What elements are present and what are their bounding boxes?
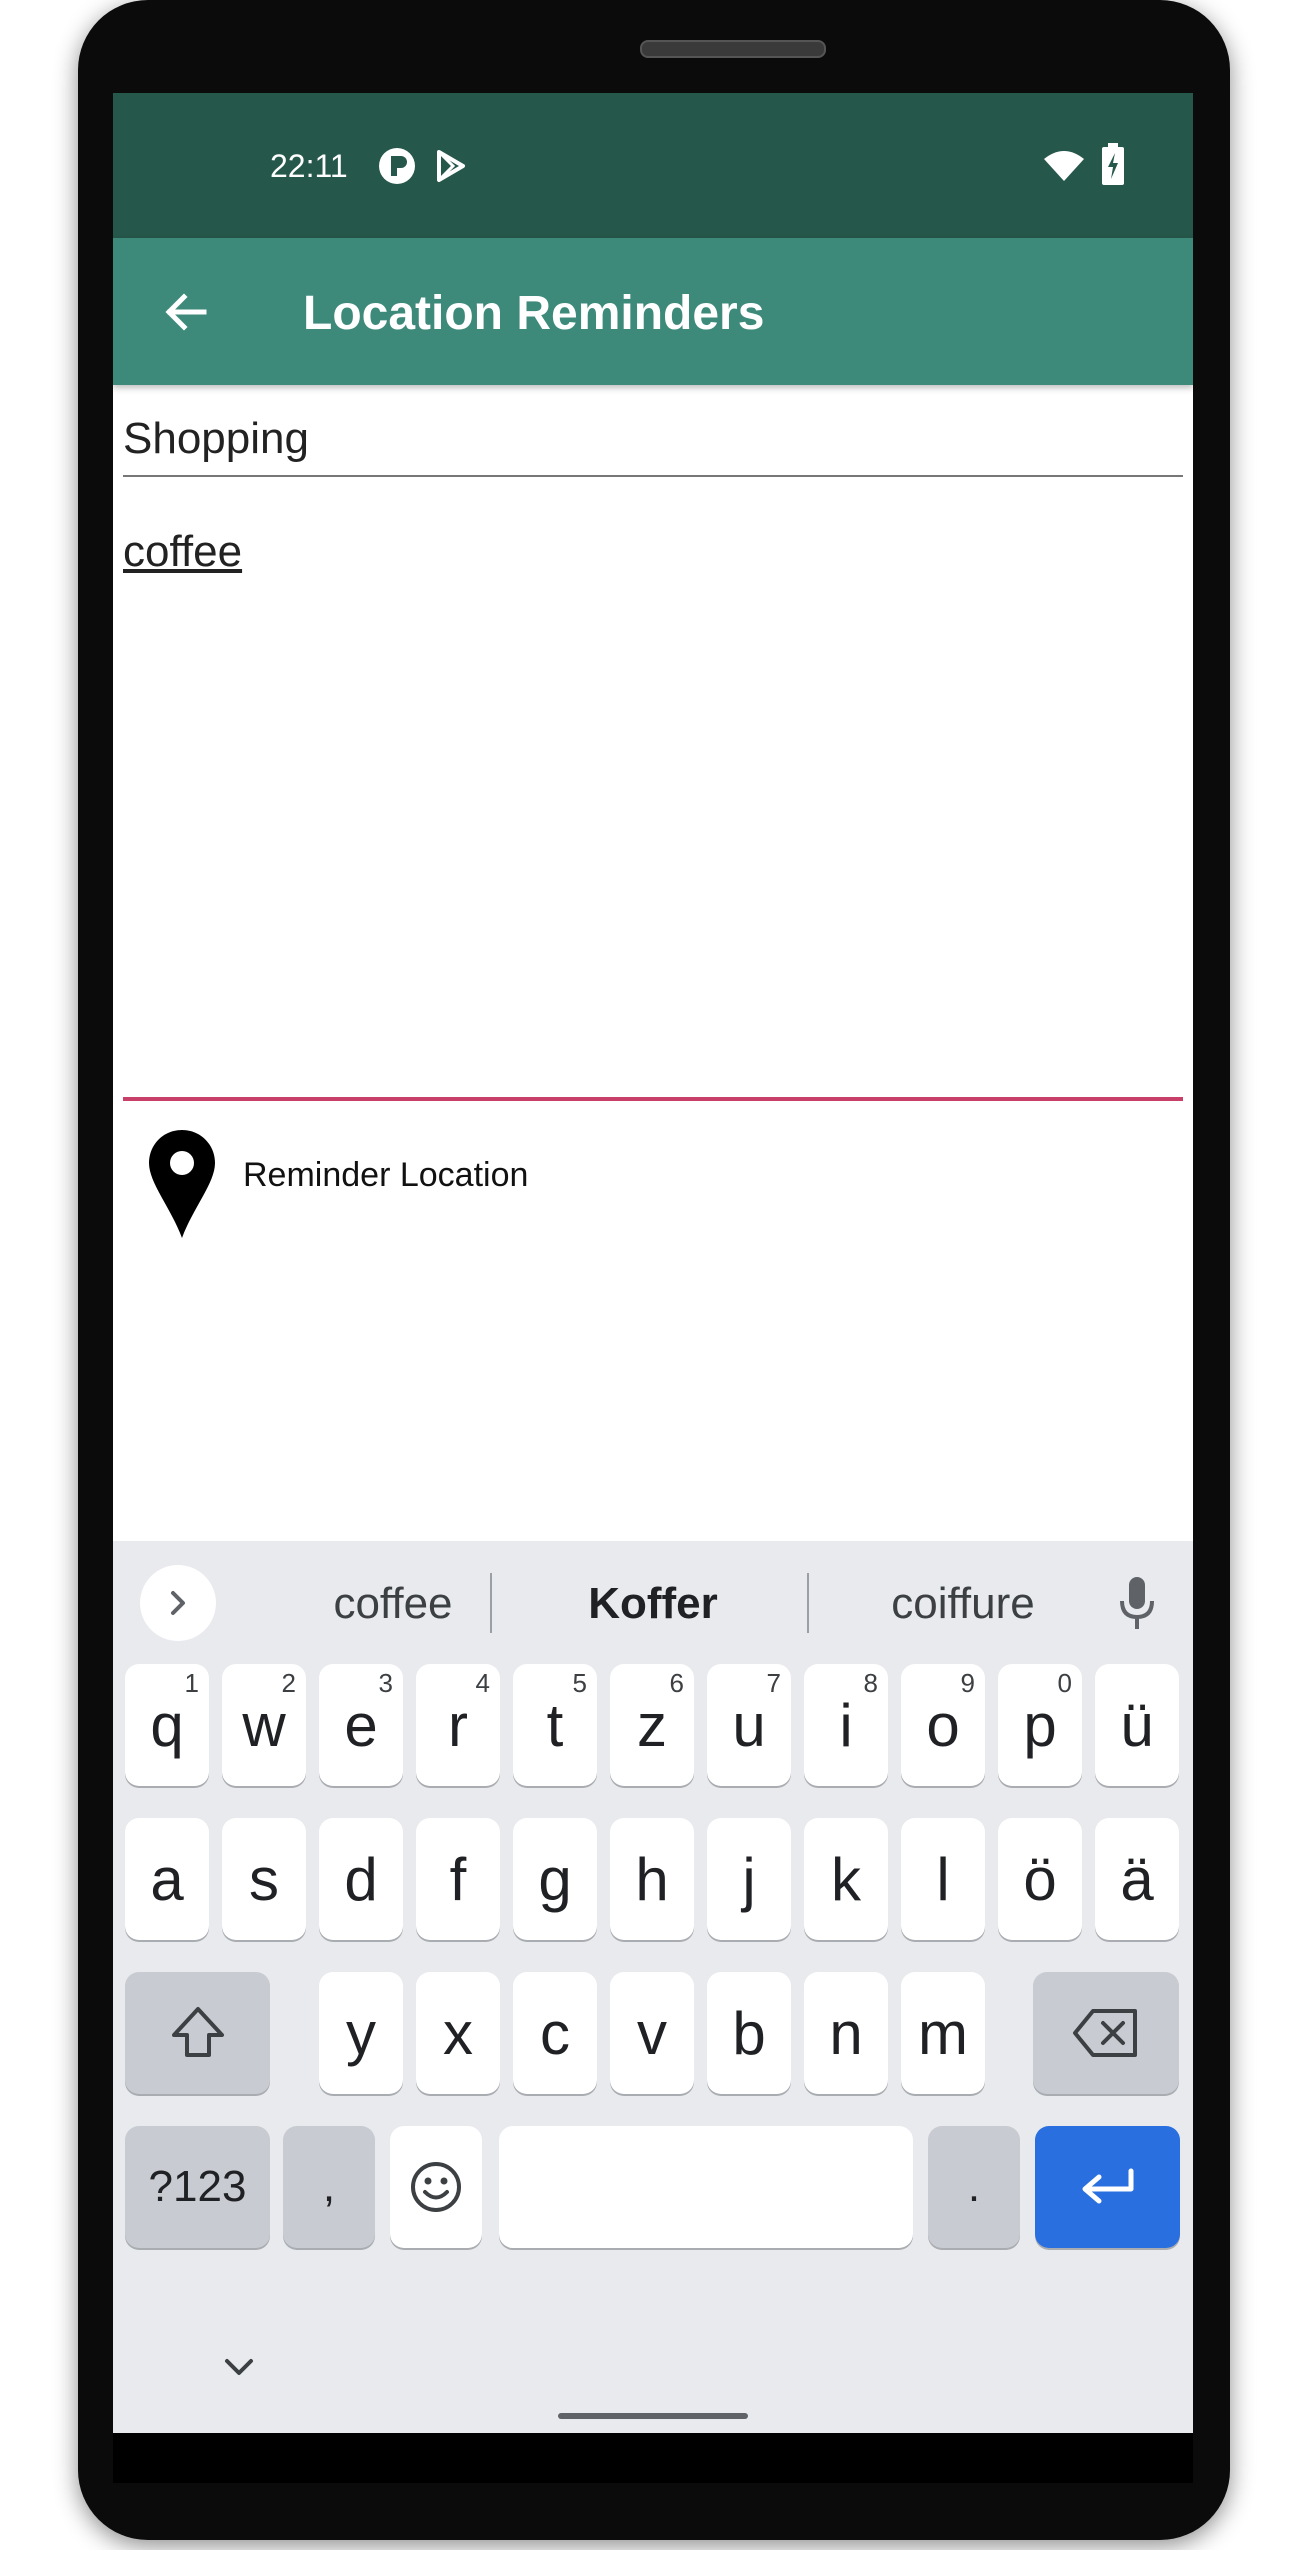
emoji-key[interactable] [390, 2126, 482, 2248]
key-z[interactable]: z6 [610, 1664, 694, 1786]
key-s[interactable]: s [222, 1818, 306, 1940]
description-text: coffee [123, 527, 243, 576]
wifi-icon [1044, 151, 1084, 181]
keyboard-menu-button[interactable] [140, 1565, 216, 1641]
key-b[interactable]: b [707, 1972, 791, 2094]
shift-icon [171, 2007, 224, 2057]
suggestion-divider [490, 1573, 492, 1633]
key-l[interactable]: l [901, 1818, 985, 1940]
key-x[interactable]: x [416, 1972, 500, 2094]
comma-key[interactable]: , [283, 2126, 375, 2248]
key-q[interactable]: q1 [125, 1664, 209, 1786]
suggestion-1[interactable]: coffee [283, 1579, 503, 1629]
reminder-description-input[interactable]: coffee [123, 527, 1183, 1101]
device-screen: 22:11 Location Reminders Shopping coffee… [113, 93, 1193, 2433]
chevron-right-icon [171, 1591, 185, 1615]
suggestion-divider [807, 1573, 809, 1633]
suggestion-3[interactable]: coiffure [843, 1579, 1083, 1629]
key-a[interactable]: a [125, 1818, 209, 1940]
key-u[interactable]: u7 [707, 1664, 791, 1786]
key-o[interactable]: o9 [901, 1664, 985, 1786]
suggestion-strip: coffee Koffer coiffure [113, 1541, 1193, 1649]
key-r[interactable]: r4 [416, 1664, 500, 1786]
backspace-key[interactable] [1033, 1972, 1179, 2094]
map-pin-icon [149, 1130, 215, 1238]
key-h[interactable]: h [610, 1818, 694, 1940]
backspace-icon [1073, 2009, 1137, 2057]
gesture-nav-handle[interactable] [558, 2413, 748, 2419]
bottom-bezel [113, 2433, 1193, 2483]
key-i[interactable]: i8 [804, 1664, 888, 1786]
status-bar: 22:11 [113, 93, 1193, 238]
symbols-key[interactable]: ?123 [125, 2126, 270, 2248]
key-t[interactable]: t5 [513, 1664, 597, 1786]
app-title: Location Reminders [303, 287, 765, 340]
suggestion-2[interactable]: Koffer [543, 1579, 763, 1629]
key-y[interactable]: y [319, 1972, 403, 2094]
key-f[interactable]: f [416, 1818, 500, 1940]
key-j[interactable]: j [707, 1818, 791, 1940]
key-u-umlaut[interactable]: ü [1095, 1664, 1179, 1786]
enter-icon [1082, 2168, 1133, 2204]
key-m[interactable]: m [901, 1972, 985, 2094]
emoji-icon [411, 2162, 461, 2212]
enter-key[interactable] [1035, 2126, 1180, 2248]
key-c[interactable]: c [513, 1972, 597, 2094]
key-d[interactable]: d [319, 1818, 403, 1940]
play-store-icon [437, 150, 465, 182]
key-w[interactable]: w2 [222, 1664, 306, 1786]
status-time: 22:11 [270, 148, 348, 184]
key-n[interactable]: n [804, 1972, 888, 2094]
app-bar: Location Reminders [113, 238, 1193, 385]
shift-key[interactable] [125, 1972, 270, 2094]
space-key[interactable] [499, 2126, 913, 2248]
select-location-row[interactable]: Reminder Location [123, 1118, 1183, 1238]
key-k[interactable]: k [804, 1818, 888, 1940]
period-key[interactable]: . [928, 2126, 1020, 2248]
app-notification-icon [379, 148, 415, 184]
hide-keyboard-chevron-icon[interactable] [221, 2355, 257, 2379]
speaker-grille [640, 40, 826, 58]
microphone-icon[interactable] [1117, 1575, 1157, 1631]
reminder-title-input[interactable]: Shopping [123, 411, 1183, 477]
key-o-umlaut[interactable]: ö [998, 1818, 1082, 1940]
key-p[interactable]: p0 [998, 1664, 1082, 1786]
key-a-umlaut[interactable]: ä [1095, 1818, 1179, 1940]
battery-charging-icon [1102, 143, 1124, 185]
key-g[interactable]: g [513, 1818, 597, 1940]
reminder-location-label: Reminder Location [243, 1156, 529, 1194]
back-button[interactable] [153, 280, 217, 344]
soft-keyboard: coffee Koffer coiffure q1 w2 e3 r4 t5 z6… [113, 1541, 1193, 2433]
key-v[interactable]: v [610, 1972, 694, 2094]
key-e[interactable]: e3 [319, 1664, 403, 1786]
arrow-back-icon [165, 293, 207, 331]
